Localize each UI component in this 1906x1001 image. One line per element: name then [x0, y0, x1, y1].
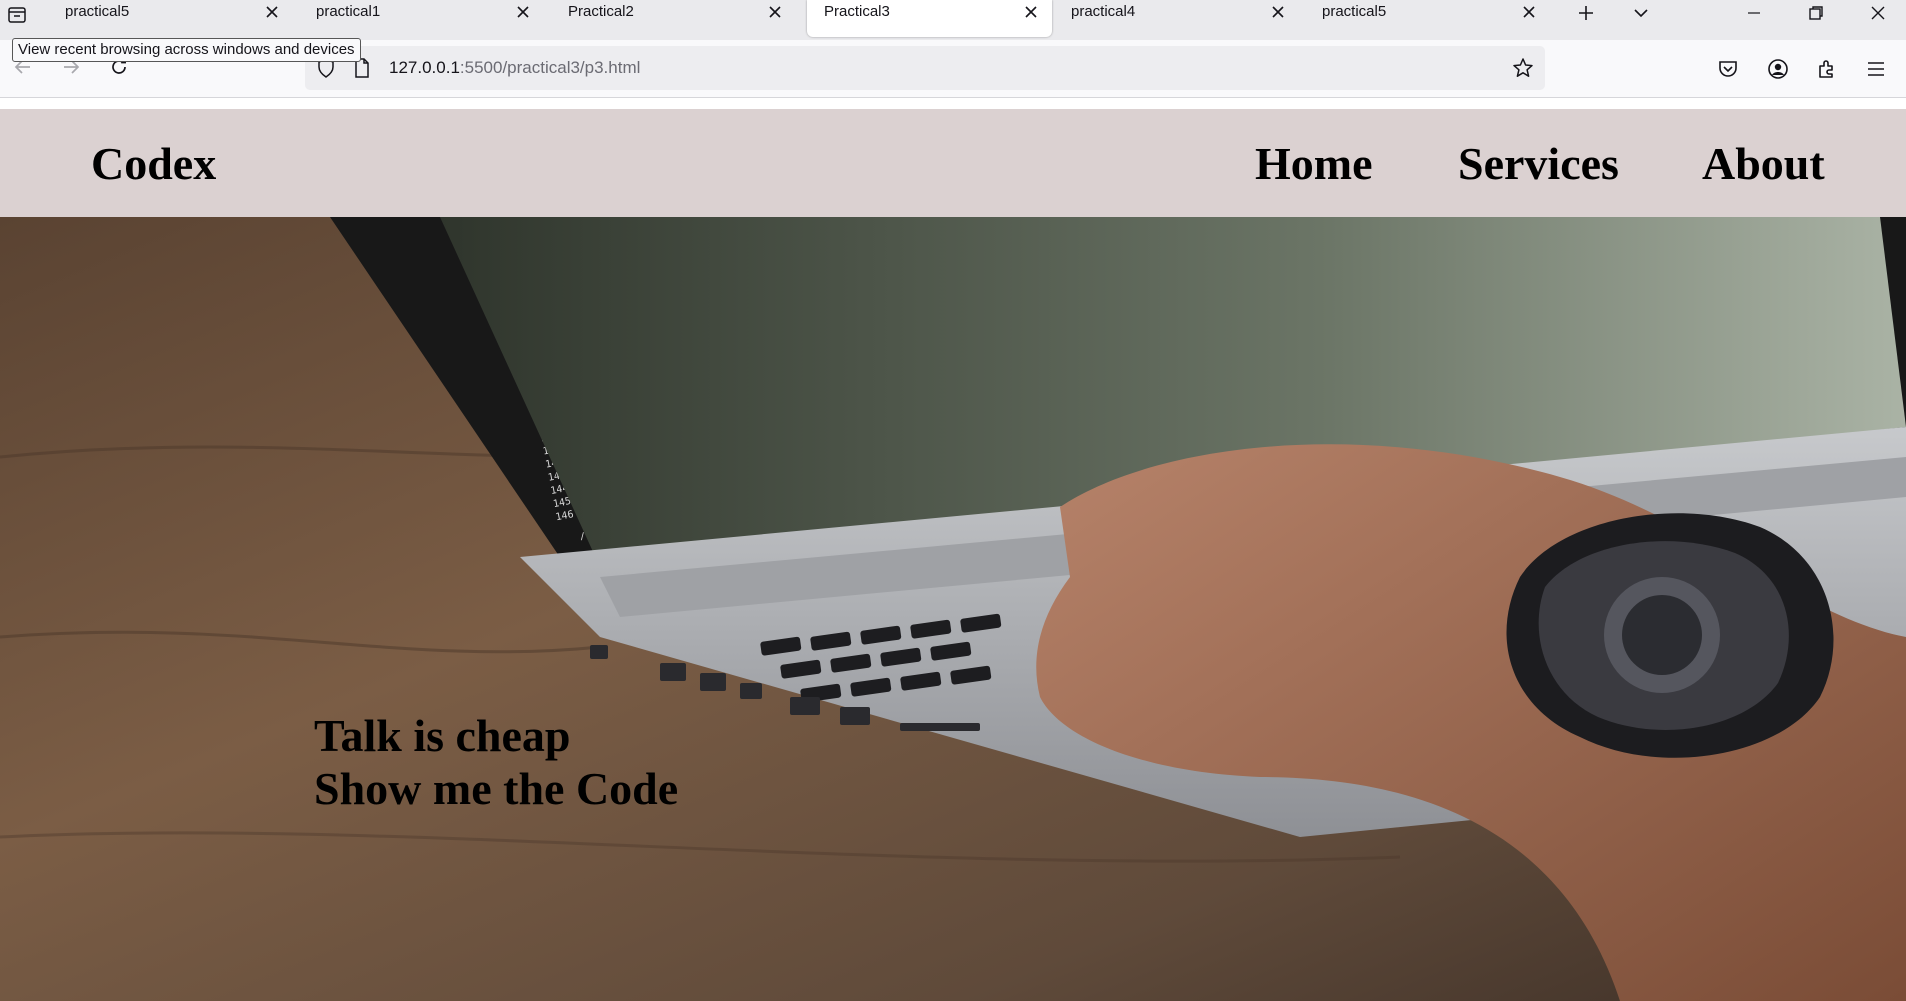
- tab-title: practical1: [316, 3, 381, 20]
- hero-line-1: Talk is cheap: [314, 710, 571, 761]
- tab-strip: practical5 practical1 Practical2 Practic…: [0, 0, 1906, 40]
- close-icon[interactable]: [1267, 1, 1289, 23]
- site-header: Codex Home Services About: [0, 109, 1906, 217]
- tab-title: practical5: [1322, 3, 1387, 20]
- plus-icon[interactable]: [1569, 0, 1603, 26]
- address-bar[interactable]: 127.0.0.1:5500/practical3/p3.html: [305, 46, 1545, 90]
- star-icon[interactable]: [1512, 57, 1534, 79]
- hero-background-image: 124}125h3{126font-size: 22px;127color: #…: [0, 217, 1906, 1001]
- page-viewport: Codex Home Services About 143 144 145 14…: [0, 99, 1906, 1001]
- close-icon[interactable]: [764, 1, 786, 23]
- list-all-tabs-icon[interactable]: [4, 2, 30, 28]
- tab-practical1[interactable]: practical1: [299, 0, 544, 37]
- hamburger-menu-icon[interactable]: [1864, 57, 1888, 81]
- pocket-icon[interactable]: [1716, 57, 1740, 81]
- close-window-icon[interactable]: [1850, 0, 1906, 26]
- tab-title: practical5: [65, 3, 130, 20]
- nav-link-services[interactable]: Services: [1458, 137, 1619, 190]
- close-icon[interactable]: [512, 1, 534, 23]
- nav-link-about[interactable]: About: [1702, 137, 1825, 190]
- tab-practical5-second[interactable]: practical5: [1305, 0, 1550, 37]
- tab-practical4[interactable]: practical4: [1054, 0, 1299, 37]
- tooltip: View recent browsing across windows and …: [12, 38, 361, 62]
- tab-title: Practical3: [824, 3, 890, 20]
- chevron-down-icon[interactable]: [1624, 0, 1658, 26]
- nav-link-home[interactable]: Home: [1255, 137, 1373, 190]
- hero-line-2: Show me the Code: [314, 763, 679, 814]
- minimize-icon[interactable]: [1726, 0, 1782, 26]
- hero-section: 124}125h3{126font-size: 22px;127color: #…: [0, 217, 1906, 1001]
- hero-heading: Talk is cheap Show me the Code: [314, 709, 678, 815]
- close-icon[interactable]: [1020, 1, 1042, 23]
- url-path: :5500/practical3/p3.html: [459, 58, 641, 77]
- site-logo[interactable]: Codex: [91, 137, 216, 190]
- puzzle-icon[interactable]: [1815, 57, 1839, 81]
- account-icon[interactable]: [1766, 57, 1790, 81]
- tab-practical5[interactable]: practical5: [48, 0, 293, 37]
- tab-title: practical4: [1071, 3, 1136, 20]
- close-icon[interactable]: [261, 1, 283, 23]
- close-icon[interactable]: [1518, 1, 1540, 23]
- restore-icon[interactable]: [1788, 0, 1844, 26]
- tab-title: Practical2: [568, 3, 634, 20]
- tab-practical3[interactable]: Practical3: [807, 0, 1052, 37]
- url-host: 127.0.0.1: [389, 58, 460, 77]
- url-text[interactable]: 127.0.0.1:5500/practical3/p3.html: [389, 58, 640, 78]
- tab-practical2[interactable]: Practical2: [551, 0, 796, 37]
